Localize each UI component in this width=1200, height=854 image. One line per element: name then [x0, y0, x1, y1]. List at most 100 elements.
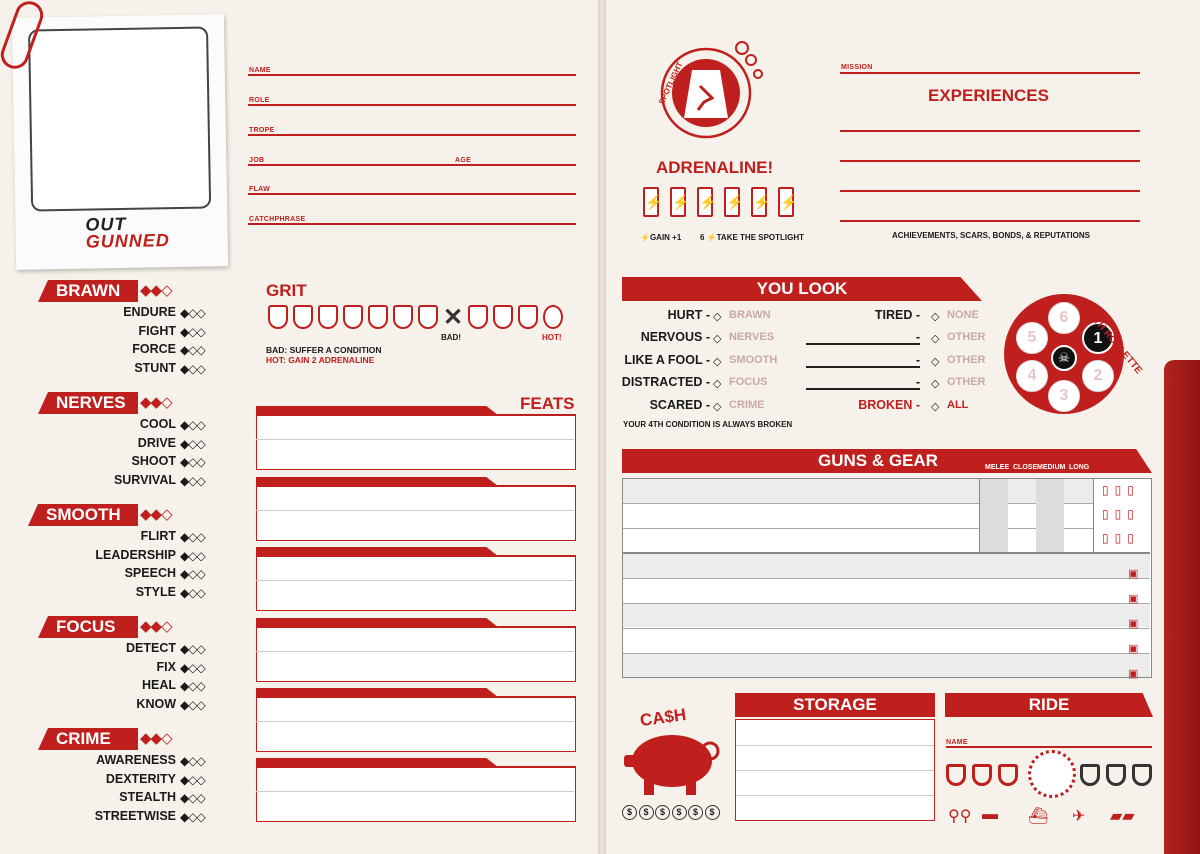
gear-row-3[interactable] — [623, 603, 1150, 627]
cash-coin-icon[interactable]: $ — [671, 805, 687, 820]
grit-shield[interactable] — [368, 305, 388, 329]
condition-checkbox[interactable]: ◇ — [931, 310, 939, 323]
grit-shield[interactable] — [343, 305, 363, 329]
grit-shield[interactable] — [468, 305, 488, 329]
attribute-rating-dots[interactable]: ◆◆◇ — [140, 617, 173, 635]
ride-armor-shield[interactable] — [946, 764, 966, 786]
medium-cell[interactable] — [1036, 479, 1064, 552]
feat-slot[interactable] — [256, 406, 576, 472]
skill-rating-dots[interactable]: ◆◇◇ — [180, 474, 206, 488]
grit-shield[interactable] — [393, 305, 413, 329]
skill-rating-dots[interactable]: ◆◇◇ — [180, 661, 206, 675]
roulette-chamber[interactable]: 2 — [1082, 360, 1114, 392]
gear-row-5[interactable] — [623, 653, 1150, 677]
melee-cell[interactable] — [980, 479, 1008, 552]
trope-field[interactable] — [248, 134, 576, 136]
skill-rating-dots[interactable]: ◆◇◇ — [180, 754, 206, 768]
skill-rating-dots[interactable]: ◆◇◇ — [180, 549, 206, 563]
boat-icon[interactable]: ⛴ — [1028, 806, 1048, 826]
condition-checkbox[interactable]: ◇ — [713, 377, 721, 390]
feat-slot[interactable] — [256, 618, 576, 684]
condition-checkbox[interactable]: ◇ — [931, 355, 939, 368]
condition-checkbox[interactable]: ◇ — [713, 400, 721, 413]
helicopter-icon[interactable]: ✈ — [1072, 806, 1085, 826]
attribute-rating-dots[interactable]: ◆◆◇ — [140, 281, 173, 299]
roulette-chamber[interactable]: 6 — [1048, 302, 1080, 334]
feat-body[interactable] — [256, 626, 576, 682]
experience-line-4[interactable] — [840, 220, 1140, 222]
skill-rating-dots[interactable]: ◆◇◇ — [180, 698, 206, 712]
skill-rating-dots[interactable]: ◆◇◇ — [180, 567, 206, 581]
speed-gauge[interactable] — [1028, 750, 1076, 798]
skill-rating-dots[interactable]: ◆◇◇ — [180, 530, 206, 544]
grit-shield[interactable] — [518, 305, 538, 329]
feat-slot[interactable] — [256, 477, 576, 543]
condition-checkbox[interactable]: ◇ — [931, 377, 939, 390]
ride-armor-shield[interactable] — [998, 764, 1018, 786]
flaw-field[interactable] — [248, 193, 576, 195]
roulette-chamber[interactable]: 3 — [1048, 380, 1080, 412]
cash-coin-icon[interactable]: $ — [622, 805, 637, 820]
experience-line-3[interactable] — [840, 190, 1140, 192]
ride-damage-shield[interactable] — [1080, 764, 1100, 786]
skill-rating-dots[interactable]: ◆◇◇ — [180, 586, 206, 600]
gun-row-3[interactable] — [623, 528, 1150, 552]
skill-rating-dots[interactable]: ◆◇◇ — [180, 773, 206, 787]
feat-body[interactable] — [256, 414, 576, 470]
cash-coin-icon[interactable]: $ — [704, 805, 720, 820]
catchphrase-field[interactable] — [248, 223, 576, 225]
skill-rating-dots[interactable]: ◆◇◇ — [180, 791, 206, 805]
condition-checkbox[interactable]: ◇ — [931, 400, 939, 413]
gun-row-1[interactable] — [623, 479, 1150, 503]
grit-shield[interactable] — [293, 305, 313, 329]
role-field[interactable] — [248, 104, 576, 106]
ride-armor-shield[interactable] — [972, 764, 992, 786]
cash-coin-icon[interactable]: $ — [655, 805, 670, 820]
grit-shield[interactable] — [318, 305, 338, 329]
experience-line-1[interactable] — [840, 130, 1140, 132]
car-icon[interactable]: ▬ — [982, 806, 998, 824]
adrenaline-battery-icon[interactable]: ⚡ — [751, 187, 770, 217]
ride-name-field[interactable] — [946, 746, 1152, 748]
roulette-chamber[interactable]: 4 — [1016, 360, 1048, 392]
feat-body[interactable] — [256, 696, 576, 752]
job-age-field[interactable] — [248, 164, 576, 166]
skill-rating-dots[interactable]: ◆◇◇ — [180, 343, 206, 357]
skill-rating-dots[interactable]: ◆◇◇ — [180, 810, 206, 824]
experience-line-2[interactable] — [840, 160, 1140, 162]
adrenaline-battery-icon[interactable]: ⚡ — [778, 187, 797, 217]
adrenaline-battery-icon[interactable]: ⚡ — [697, 187, 716, 217]
ride-damage-shield[interactable] — [1132, 764, 1152, 786]
skill-rating-dots[interactable]: ◆◇◇ — [180, 642, 206, 656]
roulette-chamber[interactable]: 5 — [1016, 322, 1048, 354]
condition-checkbox[interactable]: ◇ — [931, 332, 939, 345]
adrenaline-battery-icon[interactable]: ⚡ — [724, 187, 743, 217]
skill-rating-dots[interactable]: ◆◇◇ — [180, 418, 206, 432]
skill-rating-dots[interactable]: ◆◇◇ — [180, 455, 206, 469]
feat-slot[interactable] — [256, 688, 576, 754]
skill-rating-dots[interactable]: ◆◇◇ — [180, 679, 206, 693]
mission-field[interactable] — [840, 72, 1140, 74]
name-field[interactable] — [248, 74, 576, 76]
grit-shield[interactable] — [493, 305, 513, 329]
tank-icon[interactable]: ▰▰ — [1110, 806, 1135, 826]
grit-bad-marker[interactable]: ✕ — [443, 303, 463, 332]
feat-body[interactable] — [256, 485, 576, 541]
attribute-rating-dots[interactable]: ◆◆◇ — [140, 505, 173, 523]
condition-checkbox[interactable]: ◇ — [713, 310, 721, 323]
condition-checkbox[interactable]: ◇ — [713, 355, 721, 368]
grit-shield[interactable] — [418, 305, 438, 329]
skill-rating-dots[interactable]: ◆◇◇ — [180, 362, 206, 376]
cash-coin-icon[interactable]: $ — [688, 805, 703, 820]
adrenaline-battery-icon[interactable]: ⚡ — [643, 187, 662, 217]
feat-body[interactable] — [256, 766, 576, 822]
character-photo-slot[interactable] — [28, 26, 212, 212]
grit-shield[interactable] — [268, 305, 288, 329]
feat-slot[interactable] — [256, 758, 576, 824]
ride-damage-shield[interactable] — [1106, 764, 1126, 786]
skill-rating-dots[interactable]: ◆◇◇ — [180, 437, 206, 451]
condition-checkbox[interactable]: ◇ — [713, 332, 721, 345]
storage-box[interactable] — [735, 719, 935, 821]
attribute-rating-dots[interactable]: ◆◆◇ — [140, 729, 173, 747]
skill-rating-dots[interactable]: ◆◇◇ — [180, 325, 206, 339]
